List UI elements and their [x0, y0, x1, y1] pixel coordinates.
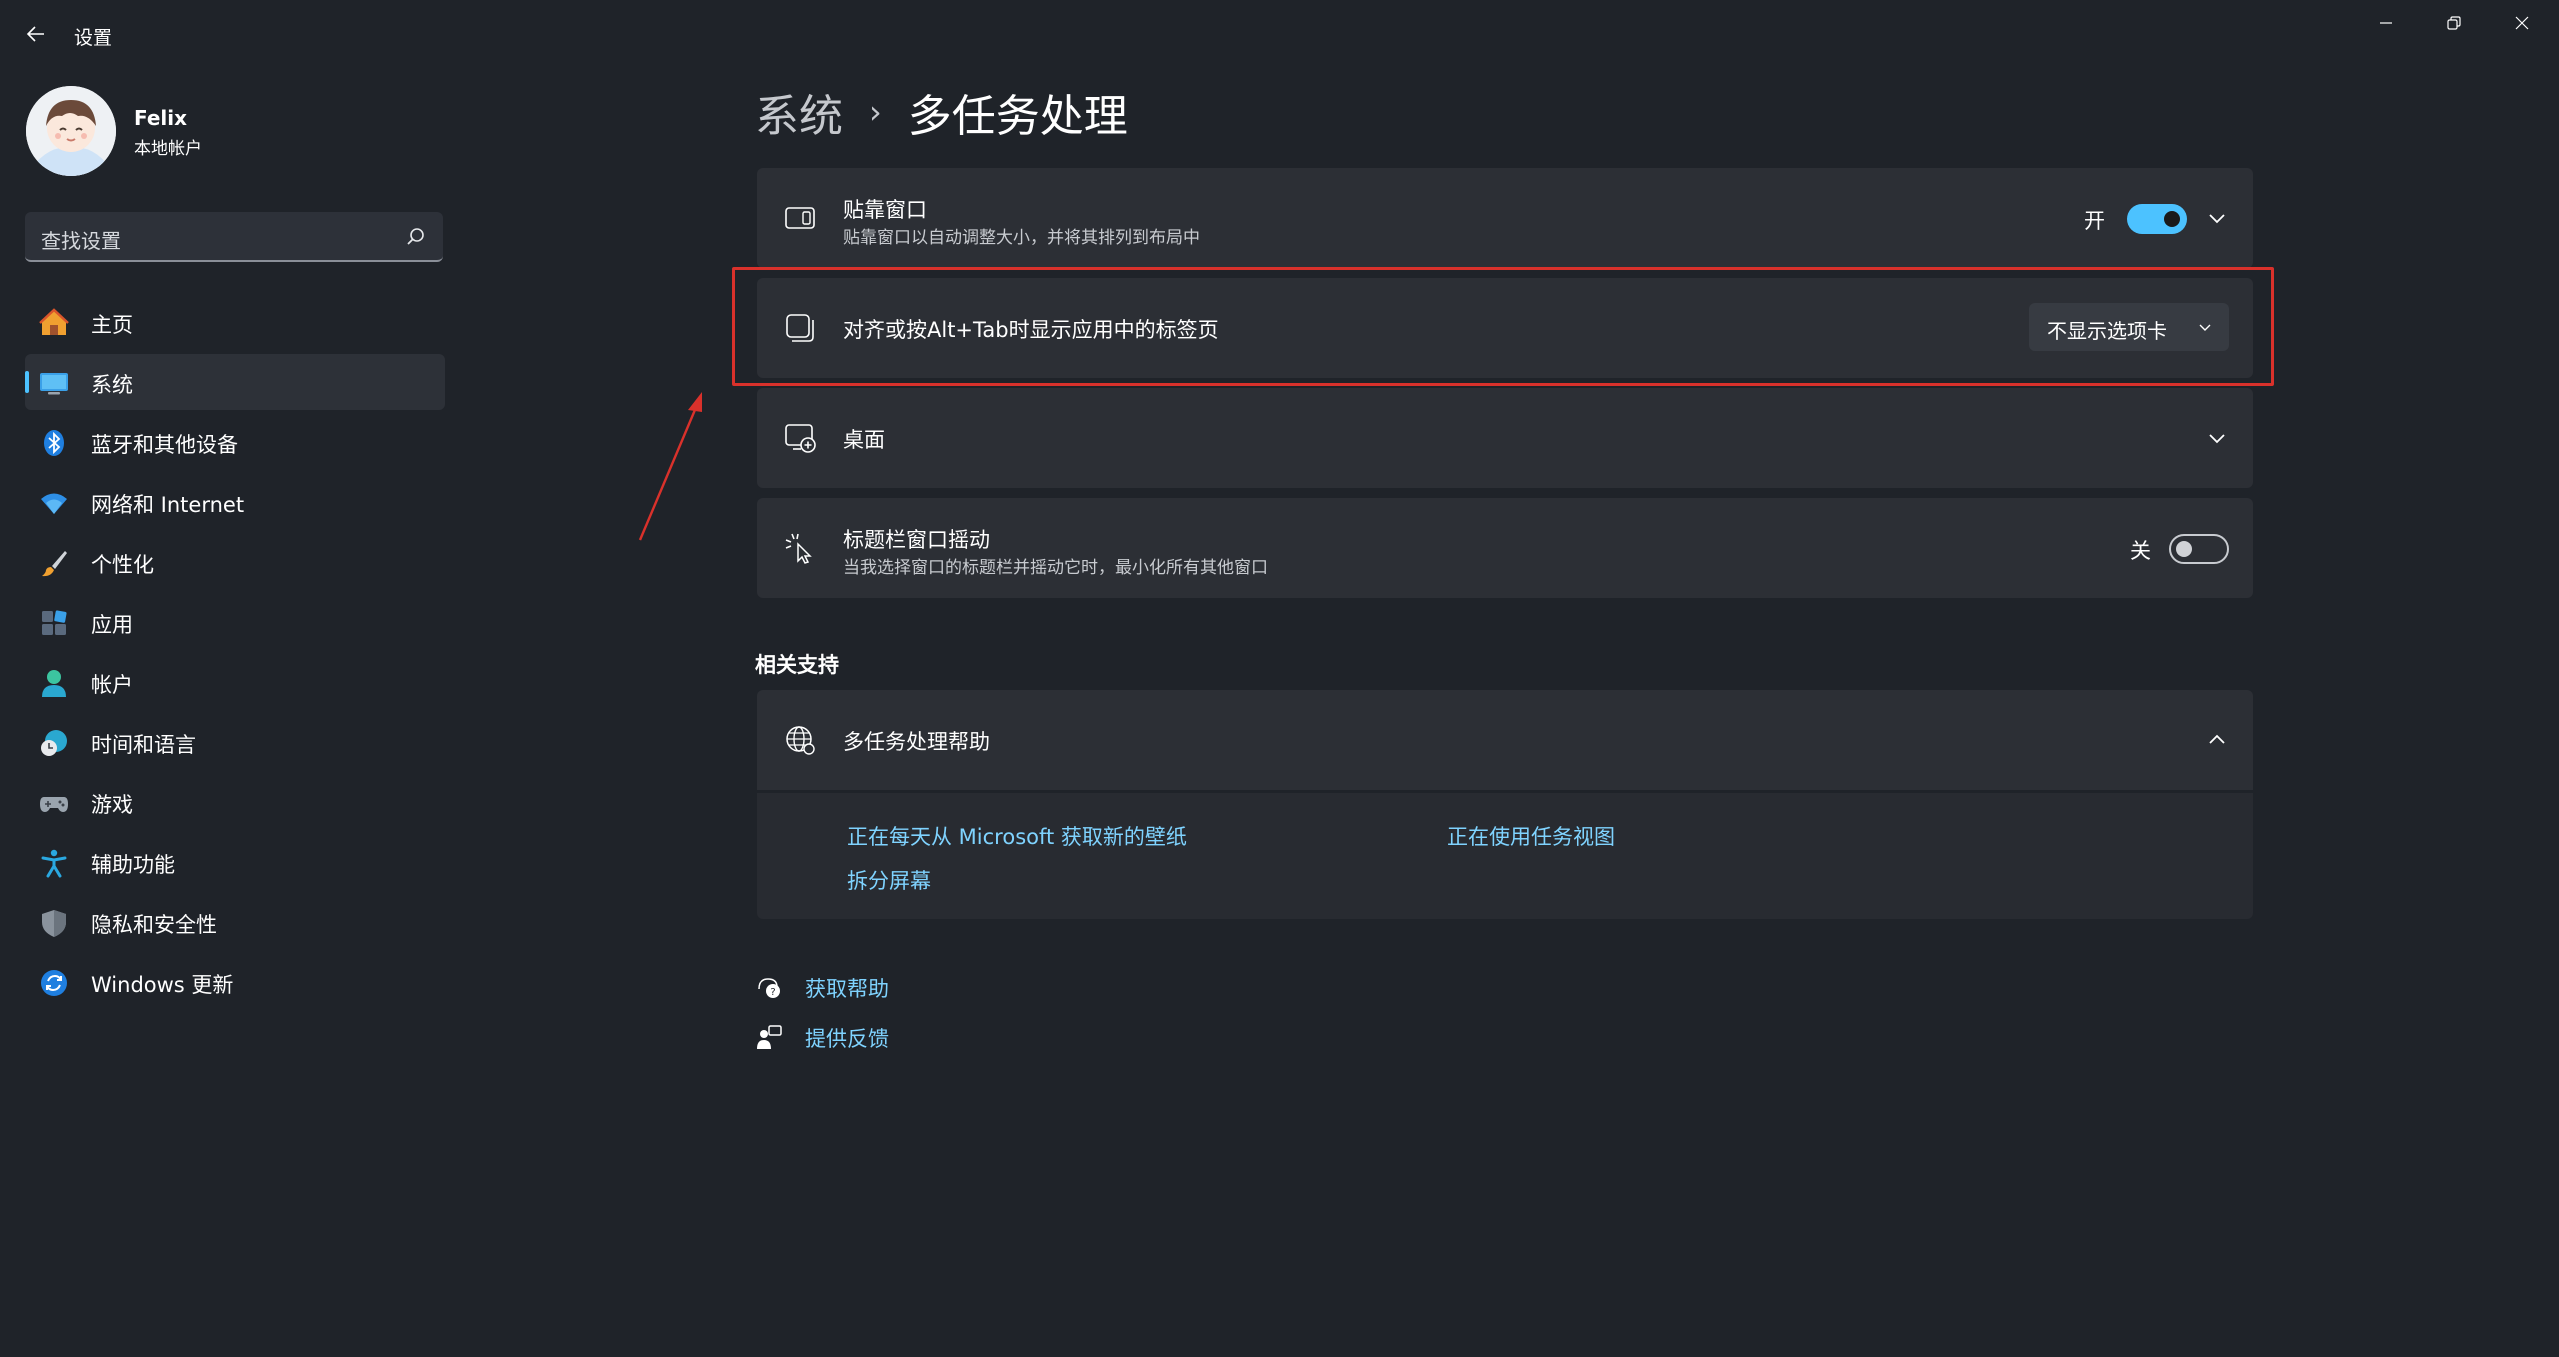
annotation-arrow [638, 392, 702, 541]
monitor-icon [40, 373, 68, 395]
sidebar-item-apps[interactable]: 应用 [25, 594, 445, 650]
avatar [26, 86, 116, 176]
snap-window-icon [785, 207, 815, 229]
cursor-shake-icon [785, 533, 812, 564]
get-help-label: 获取帮助 [805, 977, 889, 1001]
toggle-knob [2164, 211, 2180, 227]
sidebar-item-system[interactable]: 系统 [25, 354, 445, 410]
back-button[interactable] [20, 18, 52, 50]
section-title-related: 相关支持 [755, 653, 839, 677]
feedback-label: 提供反馈 [805, 1027, 889, 1051]
search-placeholder: 查找设置 [41, 229, 121, 253]
gamepad-icon [40, 797, 68, 812]
sidebar-item-label: 网络和 Internet [91, 493, 245, 517]
breadcrumb: 系统 › 多任务处理 [755, 82, 1128, 142]
profile-name: Felix [134, 106, 188, 130]
sidebar-item-label: 帐户 [91, 673, 133, 697]
shield-icon [42, 910, 66, 937]
sidebar-item-label: 辅助功能 [91, 853, 175, 877]
breadcrumb-separator: › [869, 93, 882, 131]
shake-toggle[interactable] [2169, 534, 2229, 564]
setting-snap-windows[interactable]: 贴靠窗口 贴靠窗口以自动调整大小，并将其排列到布局中 开 [757, 168, 2253, 268]
wifi-icon [41, 493, 67, 514]
accessibility-icon [41, 849, 67, 878]
setting-desktops[interactable]: 桌面 [757, 388, 2253, 488]
sidebar-item-gaming[interactable]: 游戏 [25, 774, 445, 830]
home-icon [39, 308, 69, 335]
account-type: 本地帐户 [134, 139, 202, 159]
setting-title: 桌面 [843, 428, 885, 452]
sidebar-item-label: 时间和语言 [91, 733, 196, 757]
chevron-up-icon[interactable] [2205, 728, 2229, 752]
get-help-link[interactable]: ? 获取帮助 [755, 969, 1055, 1003]
sidebar-item-label: 主页 [91, 313, 133, 337]
sidebar-item-label: 应用 [91, 613, 133, 637]
sidebar-item-network[interactable]: 网络和 Internet [25, 474, 445, 530]
app-title: 设置 [74, 27, 113, 49]
toggle-knob [2176, 541, 2192, 557]
sidebar-item-bluetooth[interactable]: 蓝牙和其他设备 [25, 414, 445, 470]
setting-description: 当我选择窗口的标题栏并摇动它时，最小化所有其他窗口 [843, 558, 1268, 578]
title-bar: 设置 [0, 0, 2559, 70]
desktop-add-icon [785, 424, 816, 453]
setting-title-bar-shake: 标题栏窗口摇动 当我选择窗口的标题栏并摇动它时，最小化所有其他窗口 关 [757, 498, 2253, 598]
help-link-split-screen[interactable]: 拆分屏幕 [847, 865, 931, 895]
sidebar-item-privacy[interactable]: 隐私和安全性 [25, 894, 445, 950]
minimize-button[interactable] [2352, 0, 2420, 46]
person-icon [42, 670, 66, 697]
back-arrow-icon [26, 26, 44, 42]
sidebar-item-home[interactable]: 主页 [25, 294, 445, 350]
globe-clock-icon [41, 730, 67, 756]
setting-title: 标题栏窗口摇动 [843, 528, 990, 552]
refresh-icon [41, 970, 67, 996]
sidebar-item-accounts[interactable]: 帐户 [25, 654, 445, 710]
sidebar-item-windows-update[interactable]: Windows 更新 [25, 954, 445, 1010]
help-expander[interactable]: 多任务处理帮助 [757, 690, 2253, 790]
chevron-down-icon[interactable] [2205, 426, 2229, 450]
help-link-wallpaper[interactable]: 正在每天从 Microsoft 获取新的壁纸 [847, 821, 1187, 851]
restore-icon [2447, 16, 2461, 30]
feedback-icon [757, 1025, 782, 1049]
sidebar-item-label: 系统 [91, 373, 133, 397]
search-input[interactable]: 查找设置 [25, 212, 443, 262]
restore-button[interactable] [2420, 0, 2488, 46]
sidebar-item-label: 隐私和安全性 [91, 913, 217, 937]
sidebar-nav: 主页 系统 蓝牙和其他设备 网络和 Internet 个性化 应用 帐户 时间和… [25, 294, 445, 1014]
breadcrumb-parent[interactable]: 系统 [755, 80, 843, 144]
sidebar-item-label: 蓝牙和其他设备 [91, 433, 238, 457]
toggle-state-label: 开 [2084, 209, 2105, 233]
sidebar-item-time-language[interactable]: 时间和语言 [25, 714, 445, 770]
sidebar-item-label: 游戏 [91, 793, 133, 817]
page-title: 多任务处理 [907, 91, 1128, 142]
help-chat-icon: ? [758, 978, 780, 998]
chevron-down-icon[interactable] [2205, 206, 2229, 230]
bluetooth-icon [44, 430, 64, 456]
brush-icon [42, 551, 67, 577]
search-icon [407, 228, 424, 245]
close-button[interactable] [2488, 0, 2556, 46]
minimize-icon [2380, 22, 2392, 24]
feedback-link[interactable]: 提供反馈 [755, 1019, 1055, 1053]
close-icon [2515, 16, 2529, 30]
help-links-panel: 正在每天从 Microsoft 获取新的壁纸 正在使用任务视图 拆分屏幕 [757, 793, 2253, 919]
help-title: 多任务处理帮助 [843, 730, 990, 754]
sidebar-item-personalization[interactable]: 个性化 [25, 534, 445, 590]
apps-icon [42, 610, 67, 635]
highlight-box [732, 267, 2274, 386]
sidebar-item-accessibility[interactable]: 辅助功能 [25, 834, 445, 890]
setting-description: 贴靠窗口以自动调整大小，并将其排列到布局中 [843, 228, 1200, 248]
toggle-state-label: 关 [2130, 539, 2151, 563]
sidebar-item-label: 个性化 [91, 553, 154, 577]
setting-title: 贴靠窗口 [843, 198, 927, 222]
snap-toggle[interactable] [2127, 204, 2187, 234]
help-link-task-view[interactable]: 正在使用任务视图 [1447, 821, 1615, 851]
globe-icon [786, 726, 815, 755]
svg-text:?: ? [770, 987, 775, 998]
sidebar-item-label: Windows 更新 [91, 973, 234, 997]
user-profile[interactable]: Felix 本地帐户 [26, 86, 446, 178]
